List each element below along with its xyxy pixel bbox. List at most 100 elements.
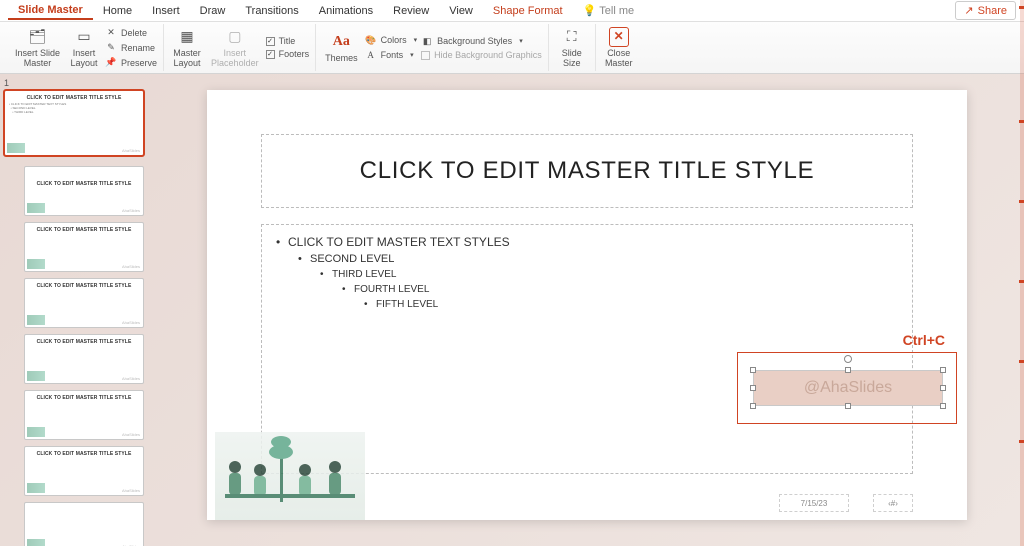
check-icon: ✓ [266,37,275,46]
resize-handle[interactable] [750,403,756,409]
thumbnail-layout-2[interactable]: CLICK TO EDIT MASTER TITLE STYLEAhaSlide… [24,222,144,272]
footers-cb-label: Footers [279,49,310,59]
slide-canvas[interactable]: CLICK TO EDIT MASTER TITLE STYLE CLICK T… [150,74,1024,546]
check-icon: ✓ [266,50,275,59]
insert-layout-button[interactable]: ▭ Insert Layout [67,25,101,71]
body-lvl4: FOURTH LEVEL [342,284,898,295]
hide-bg-label: Hide Background Graphics [434,50,542,60]
thumb-title: CLICK TO EDIT MASTER TITLE STYLE [29,339,139,345]
tellme[interactable]: 💡 Tell me [573,2,645,19]
rotate-handle[interactable] [844,355,852,363]
hide-bg-checkbox[interactable]: Hide Background Graphics [421,49,542,61]
themes-icon: Aa [331,32,351,52]
tab-insert[interactable]: Insert [142,3,190,19]
fonts-button[interactable]: AFonts▾ [365,48,418,62]
close-master-button[interactable]: ✕ Close Master [602,25,636,71]
watermark-shape[interactable]: @AhaSlides [753,370,943,406]
checkbox-icon [421,51,430,60]
insert-layout-label: Insert Layout [71,49,98,69]
slidenum-placeholder[interactable]: ‹#› [873,494,913,512]
slide-master-icon: 🗂 [28,27,48,47]
tab-slide-master[interactable]: Slide Master [8,2,93,20]
tab-draw[interactable]: Draw [190,3,236,19]
themes-button[interactable]: Aa Themes [322,30,361,66]
ribbon-tabs: Slide Master Home Insert Draw Transition… [0,0,1024,22]
thumbnail-layout-1[interactable]: CLICK TO EDIT MASTER TITLE STYLEAhaSlide… [24,166,144,216]
rename-button[interactable]: ✎Rename [105,41,157,55]
thumb-brand: AhaSlides [122,148,140,153]
fonts-label: Fonts [381,50,404,60]
title-placeholder[interactable]: CLICK TO EDIT MASTER TITLE STYLE [261,134,913,208]
resize-handle[interactable] [845,403,851,409]
resize-handle[interactable] [940,385,946,391]
edge-tick [1019,360,1024,363]
share-icon: ↗ [964,4,973,17]
body-lvl5: FIFTH LEVEL [364,299,898,310]
preserve-label: Preserve [121,58,157,68]
lightbulb-icon: 💡 [583,4,597,17]
thumbnail-layout-5[interactable]: CLICK TO EDIT MASTER TITLE STYLEAhaSlide… [24,390,144,440]
bg-styles-label: Background Styles [437,36,512,46]
resize-handle[interactable] [940,403,946,409]
annotation-shortcut: Ctrl+C [903,332,945,348]
delete-button[interactable]: ✕Delete [105,26,157,40]
tab-view[interactable]: View [439,3,483,19]
insert-placeholder-label: Insert Placeholder [211,49,259,69]
edge-tick [1019,6,1024,9]
thumbnail-layout-7[interactable]: AhaSlides [24,502,144,546]
thumb-title: CLICK TO EDIT MASTER TITLE STYLE [29,227,139,233]
body-lvl1: CLICK TO EDIT MASTER TEXT STYLES [276,235,898,249]
tab-shape-format[interactable]: Shape Format [483,3,573,19]
thumbnail-layout-6[interactable]: CLICK TO EDIT MASTER TITLE STYLEAhaSlide… [24,446,144,496]
bg-styles-button[interactable]: ◧ Background Styles ▾ [421,34,542,48]
slide-size-button[interactable]: ⛶ Slide Size [555,25,589,71]
preserve-icon: 📌 [105,57,117,69]
edge-tick [1019,280,1024,283]
master-layout-label: Master Layout [173,49,201,69]
themes-label: Themes [325,54,358,64]
resize-handle[interactable] [845,367,851,373]
body-lvl2: SECOND LEVEL [298,253,898,265]
footers-checkbox[interactable]: ✓ Footers [266,48,310,60]
thumb-title: CLICK TO EDIT MASTER TITLE STYLE [29,451,139,457]
illustration-people [215,432,365,520]
slide: CLICK TO EDIT MASTER TITLE STYLE CLICK T… [207,90,967,520]
thumb-title: CLICK TO EDIT MASTER TITLE STYLE [9,95,139,101]
edge-tick [1019,200,1024,203]
title-text: CLICK TO EDIT MASTER TITLE STYLE [360,157,815,185]
tab-review[interactable]: Review [383,3,439,19]
thumb-title: CLICK TO EDIT MASTER TITLE STYLE [29,181,139,187]
colors-label: Colors [381,35,407,45]
tellme-label: Tell me [599,5,634,17]
tab-transitions[interactable]: Transitions [235,3,308,19]
thumb-illustration [7,143,25,153]
edge-tick [1019,120,1024,123]
tab-animations[interactable]: Animations [309,3,383,19]
chevron-down-icon: ▾ [519,37,523,45]
slide-size-label: Slide Size [562,49,582,69]
thumbnail-layout-3[interactable]: CLICK TO EDIT MASTER TITLE STYLEAhaSlide… [24,278,144,328]
tab-home[interactable]: Home [93,3,142,19]
thumbnail-layout-4[interactable]: CLICK TO EDIT MASTER TITLE STYLEAhaSlide… [24,334,144,384]
insert-slide-master-button[interactable]: 🗂 Insert Slide Master [12,25,63,71]
resize-handle[interactable] [750,367,756,373]
layout-icon: ▭ [74,27,94,47]
master-number: 1 [4,78,144,88]
delete-label: Delete [121,28,147,38]
bg-styles-icon: ◧ [421,35,433,47]
share-button[interactable]: ↗ Share [955,1,1016,20]
master-layout-button[interactable]: ▦ Master Layout [170,25,204,71]
title-checkbox[interactable]: ✓Title [266,35,310,47]
resize-handle[interactable] [750,385,756,391]
thumbnail-master[interactable]: CLICK TO EDIT MASTER TITLE STYLE • CLICK… [4,90,144,156]
main-area: 1 CLICK TO EDIT MASTER TITLE STYLE • CLI… [0,74,1024,546]
insert-placeholder-button[interactable]: ▢ Insert Placeholder [208,25,262,71]
date-placeholder[interactable]: 7/15/23 [779,494,849,512]
edge-tick [1019,440,1024,443]
thumbnail-panel[interactable]: 1 CLICK TO EDIT MASTER TITLE STYLE • CLI… [0,74,150,546]
colors-icon: 🎨 [365,34,377,46]
colors-button[interactable]: 🎨Colors▾ [365,33,418,47]
preserve-button[interactable]: 📌 Preserve [105,56,157,70]
resize-handle[interactable] [940,367,946,373]
slide-size-icon: ⛶ [562,27,582,47]
